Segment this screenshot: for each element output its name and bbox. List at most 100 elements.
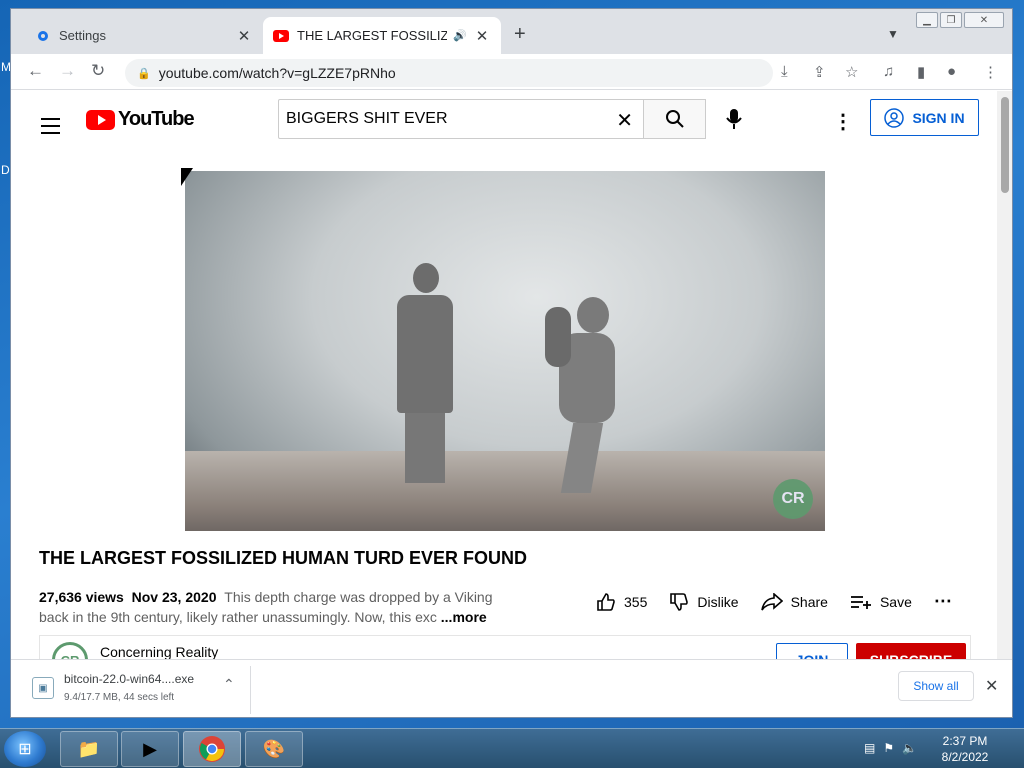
video-title: THE LARGEST FOSSILIZED HUMAN TURD EVER F… [39, 548, 528, 568]
thumbs-down-icon [670, 592, 689, 611]
tab-title: THE LARGEST FOSSILIZED HU [297, 28, 447, 43]
youtube-play-icon [86, 109, 115, 130]
tab-title: Settings [59, 28, 106, 43]
taskbar-clock[interactable]: 2:37 PM 8/2/2022 [930, 733, 1000, 765]
audio-playing-icon[interactable]: 🔊 [453, 29, 467, 42]
video-frame-ground [185, 451, 825, 531]
save-button[interactable]: Save [850, 594, 912, 610]
youtube-logo-text: YouTube [118, 108, 195, 130]
settings-kebab-icon[interactable]: ⋮ [833, 109, 853, 134]
sign-in-label: SIGN IN [912, 109, 965, 126]
lock-icon: 🔒 [137, 67, 151, 80]
page-scrollbar[interactable] [997, 91, 1012, 659]
explorer-taskbar-button[interactable]: 📁 [60, 731, 118, 767]
more-link[interactable]: ...more [441, 609, 487, 625]
mouse-cursor [181, 168, 193, 186]
bookmark-star-icon[interactable]: ☆ [845, 63, 858, 81]
close-tab-icon[interactable]: ✕ [473, 27, 491, 45]
profile-icon[interactable]: ● [947, 63, 956, 80]
sign-in-button[interactable]: SIGN IN [870, 99, 979, 136]
new-tab-button[interactable]: + [514, 23, 526, 46]
search-icon [665, 110, 684, 128]
youtube-favicon-icon [273, 28, 289, 44]
network-icon[interactable]: ▤ [864, 741, 875, 755]
browser-menu-icon[interactable]: ⋮ [983, 63, 998, 81]
side-panel-icon[interactable]: ▮ [917, 63, 925, 81]
chevron-up-icon[interactable]: ⌃ [223, 676, 235, 693]
clock-date: 8/2/2022 [941, 750, 989, 764]
playlist-add-icon [850, 595, 871, 609]
share-arrow-icon [760, 592, 783, 610]
close-shelf-icon[interactable]: ✕ [985, 676, 998, 696]
media-control-icon[interactable]: ♫ [883, 63, 894, 80]
minimize-button[interactable]: ▁ [916, 12, 938, 28]
windows-logo-icon: ⊞ [18, 741, 32, 758]
installer-file-icon: ▣ [32, 677, 54, 699]
microphone-icon [726, 109, 742, 129]
save-label: Save [879, 593, 912, 610]
youtube-logo[interactable]: YouTube [86, 108, 195, 131]
media-player-icon: ▶ [143, 738, 157, 759]
chrome-taskbar-button[interactable] [183, 731, 241, 767]
search-input[interactable]: BIGGERS SHIT EVER ✕ [278, 99, 644, 139]
search-button[interactable] [643, 99, 706, 139]
reload-icon[interactable]: ↻ [91, 61, 105, 81]
back-arrow-icon[interactable]: ← [27, 61, 44, 81]
restore-button[interactable]: ❐ [940, 12, 962, 28]
voice-search-button[interactable] [714, 99, 754, 139]
video-frame-figure [537, 297, 617, 497]
start-button[interactable]: ⊞ [4, 731, 46, 767]
folder-icon: 📁 [77, 738, 101, 759]
forward-arrow-icon[interactable]: → [59, 61, 76, 81]
install-app-icon[interactable]: ⤓ [781, 63, 788, 80]
show-all-button[interactable]: Show all [898, 671, 974, 701]
gear-icon [35, 28, 51, 44]
share-button[interactable]: Share [760, 592, 828, 611]
account-icon [884, 107, 905, 128]
video-frame-figure [397, 263, 459, 483]
menu-hamburger-icon[interactable] [41, 118, 60, 139]
download-status: 9.4/17.7 MB, 44 secs left [64, 692, 175, 703]
close-tab-icon[interactable]: ✕ [235, 27, 253, 45]
like-count: 355 [624, 593, 648, 610]
paint-taskbar-button[interactable]: 🎨 [245, 731, 303, 767]
subscribe-button[interactable]: SUBSCRIBE [856, 643, 966, 659]
scrollbar-thumb[interactable] [1001, 97, 1009, 193]
paint-palette-icon: 🎨 [262, 738, 286, 759]
video-player[interactable]: CR [185, 171, 825, 531]
download-filename: bitcoin-22.0-win64....exe [64, 672, 195, 686]
clock-time: 2:37 PM [942, 734, 988, 748]
download-item[interactable]: ▣ bitcoin-22.0-win64....exe 9.4/17.7 MB,… [29, 670, 251, 710]
download-shelf: ▣ bitcoin-22.0-win64....exe 9.4/17.7 MB,… [11, 659, 1012, 717]
volume-icon[interactable]: 🔈 [902, 741, 917, 755]
tab-youtube[interactable]: THE LARGEST FOSSILIZED HU 🔊 ✕ [263, 17, 501, 54]
like-button[interactable]: 355 [596, 592, 647, 612]
dislike-button[interactable]: Dislike [669, 592, 739, 612]
desktop-label: D [1, 163, 10, 177]
more-actions-icon[interactable]: ⋯ [934, 591, 952, 612]
upload-date: Nov 23, 2020 [131, 589, 217, 605]
video-description[interactable]: 27,636 views Nov 23, 2020 This depth cha… [39, 587, 501, 627]
share-label: Share [790, 593, 828, 610]
view-count: 27,636 views [39, 589, 124, 605]
system-tray: ▤ ⚑ 🔈 [864, 741, 917, 755]
join-button[interactable]: JOIN [776, 643, 848, 659]
tab-settings[interactable]: Settings ✕ [25, 17, 263, 54]
search-query: BIGGERS SHIT EVER [286, 110, 448, 127]
channel-watermark[interactable]: CR [773, 479, 813, 519]
close-window-button[interactable]: ✕ [964, 12, 1004, 28]
window-controls: ▁ ❐ ✕ [916, 12, 1004, 28]
thumbs-up-icon [597, 592, 615, 611]
action-center-flag-icon[interactable]: ⚑ [883, 741, 894, 755]
channel-avatar[interactable]: CR [52, 642, 88, 659]
address-bar[interactable]: 🔒 youtube.com/watch?v=gLZZE7pRNho [125, 59, 773, 87]
dislike-label: Dislike [697, 593, 739, 610]
browser-toolbar: ← → ↻ 🔒 youtube.com/watch?v=gLZZE7pRNho … [11, 54, 1012, 90]
video-actions: 355 Dislike Share Save ⋯ [596, 591, 952, 612]
clear-search-icon[interactable]: ✕ [616, 108, 633, 133]
taskbar: ⊞ 📁 ▶ 🎨 ▤ ⚑ 🔈 2:37 PM 8/2/2022 [0, 728, 1024, 768]
share-page-icon[interactable]: ⇪ [813, 63, 826, 81]
media-player-taskbar-button[interactable]: ▶ [121, 731, 179, 767]
channel-name[interactable]: Concerning Reality [100, 644, 218, 659]
tab-search-chevron-icon[interactable]: ▼ [887, 27, 899, 41]
